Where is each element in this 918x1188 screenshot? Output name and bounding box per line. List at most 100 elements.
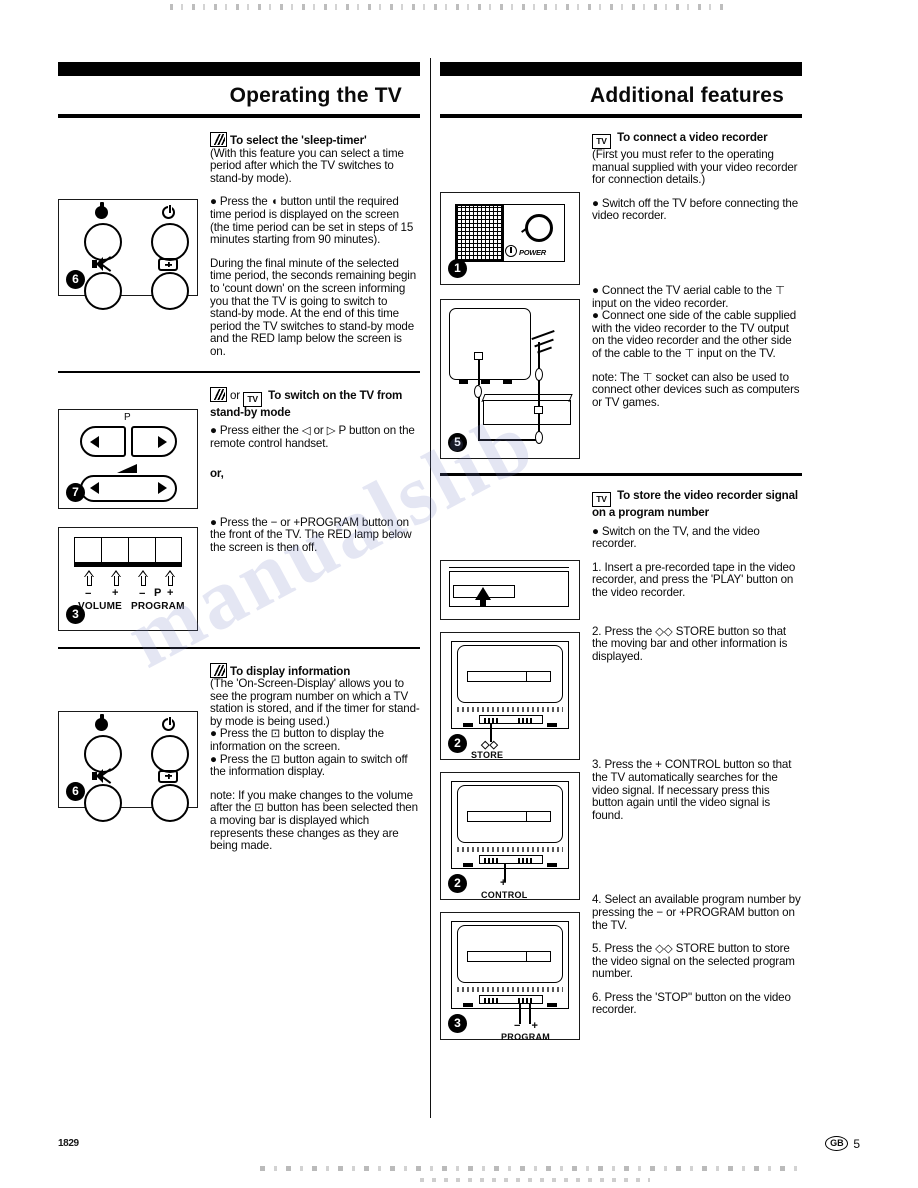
volume-down-key[interactable] [74,536,101,563]
figure-tv-program-3: − + PROGRAM 3 [440,912,580,1042]
paragraph-note: note: The ⊤ socket can also be used to c… [592,370,800,409]
tv-vent-strip [457,847,563,852]
manual-page: manualslib Operating the TV 6 To select … [0,0,918,1188]
figure-tv-front-power-1: POWER 1 [440,192,580,285]
osd-moving-bar [467,951,551,962]
info-button[interactable] [151,783,189,822]
footer-page-marker: GB 5 [825,1136,860,1151]
front-panel-keys [74,536,182,567]
chevron-right-icon [158,481,167,494]
paragraph: ● Press either the ◁ or ▷ P button on th… [210,424,415,450]
tuning-dial[interactable] [525,214,553,242]
figure-tv-control-2: + CONTROL 2 [440,772,580,900]
mute-button[interactable] [84,272,122,310]
figure-badge: 3 [448,1014,467,1033]
paragraph: (The 'On-Screen-Display' allows you to s… [210,677,420,728]
tv-icon: TV [243,391,263,407]
paragraph: ● Connect the TV aerial cable to the ⊤ i… [592,283,785,310]
arrow-up-icon [84,569,95,586]
left-header-title: Operating the TV [229,84,402,107]
remote-icon [210,662,227,678]
paragraph: ● Connect one side of the cable supplied… [592,309,797,360]
tv-foot [547,723,557,727]
paragraph-step-5: 5. Press the ◇◇ STORE button to store th… [592,942,795,981]
sleep-timer-button[interactable] [84,734,122,773]
volume-wedge-icon [117,463,137,473]
standby-button[interactable] [151,734,189,773]
symbol-volume-plus: + [112,586,119,599]
cable [478,397,480,440]
volume-up-key[interactable] [101,536,128,563]
scan-artifact-bottom-2 [420,1178,650,1182]
text-column: TV To store the video recorder signal on… [580,489,802,1040]
sleep-timer-button[interactable] [84,223,122,261]
text-column: TV To connect a video recorder (First yo… [580,131,802,459]
mute-button[interactable] [84,783,122,822]
standby-icon [162,716,175,731]
remote-icon [210,386,227,402]
paragraph-step-4: 4. Select an available program number by… [592,893,801,932]
standby-button[interactable] [151,223,189,261]
arrow-up-icon [138,569,149,586]
left-header-band [58,62,420,76]
section-heading-display-information: To display information [210,662,420,679]
callout-label-store: STORE [471,750,504,760]
figure-badge: 7 [66,482,85,502]
paragraph: During the final minute of the selected … [210,256,417,358]
info-button[interactable] [151,272,189,310]
program-up-key[interactable] [155,536,182,563]
osd-moving-bar [467,811,551,822]
tv-control-panel [479,715,543,724]
program-down-button[interactable] [80,425,126,457]
arrow-up-icon [111,569,122,586]
tv-screen [455,204,504,262]
figure-badge: 1 [448,259,467,278]
tv-vent-strip [457,707,563,712]
info-display-icon [158,258,178,271]
tv-icon: TV [592,492,611,507]
figure-column: ◇◇ STORE 2 + CONTROL 2 − + PROGRAM 3 [440,490,580,1042]
figure-remote-keypad-6b: 6 [58,710,198,822]
program-up-button[interactable] [131,425,177,457]
chevron-left-icon [90,435,99,448]
vcr-aerial-socket [534,406,543,414]
tv-foot [547,863,557,867]
symbol-volume-minus: − [85,587,92,600]
figure-badge: 5 [448,433,467,452]
symbol-program-plus: + [167,586,174,599]
paragraph-step-1: 1. Insert a pre-recorded tape in the vid… [592,560,796,599]
figure-badge: 2 [448,874,467,893]
figure-badge: 2 [448,734,467,753]
right-header-title: Additional features [590,84,784,107]
cable [478,360,480,385]
power-icon [505,245,517,257]
sleep-timer-icon [95,713,108,731]
chevron-right-icon [158,435,167,448]
section-display-information: 6 To display information (The 'On-Screen… [58,649,420,853]
paragraph-step-3: 3. Press the + CONTROL button so that th… [592,758,792,822]
program-down-key[interactable] [128,536,155,563]
footer-code: 1829 [58,1138,79,1149]
mute-icon [92,256,112,272]
region-badge: GB [825,1136,849,1151]
callout-label-program: PROGRAM [501,1032,551,1042]
paragraph: (First you must refer to the operating m… [592,148,798,187]
section-sleep-timer: 6 To select the 'sleep-timer' (With this… [58,118,420,359]
paragraph: ● Switch off the TV before connecting th… [592,196,799,223]
right-header-band [440,62,802,76]
text-column: To display information (The 'On-Screen-D… [198,662,420,853]
scan-artifact-bottom [260,1166,800,1171]
remote-icon [210,132,227,147]
section-heading-switch-on: or TV To switch on the TV from stand-by … [210,386,403,419]
paragraph: ● Press the ⊡ button to display the info… [210,727,384,754]
figure-column: 6 [58,663,198,853]
figure-column: P 7 − + − P + VOLUME PROGRAM 3 [58,387,198,631]
insert-arrow-tail [480,599,486,607]
chevron-left-icon [90,481,99,494]
paragraph-step-6: 6. Press the 'STOP" button on the video … [592,990,791,1017]
p-label: P [124,411,131,423]
figure-tv-store-2: ◇◇ STORE 2 [440,632,580,760]
text-column: To select the 'sleep-timer' (With this f… [198,132,420,359]
figure-aerial-hookup-5: 5 [440,299,580,459]
paragraph-note: note: If you make changes to the volume … [210,788,418,853]
